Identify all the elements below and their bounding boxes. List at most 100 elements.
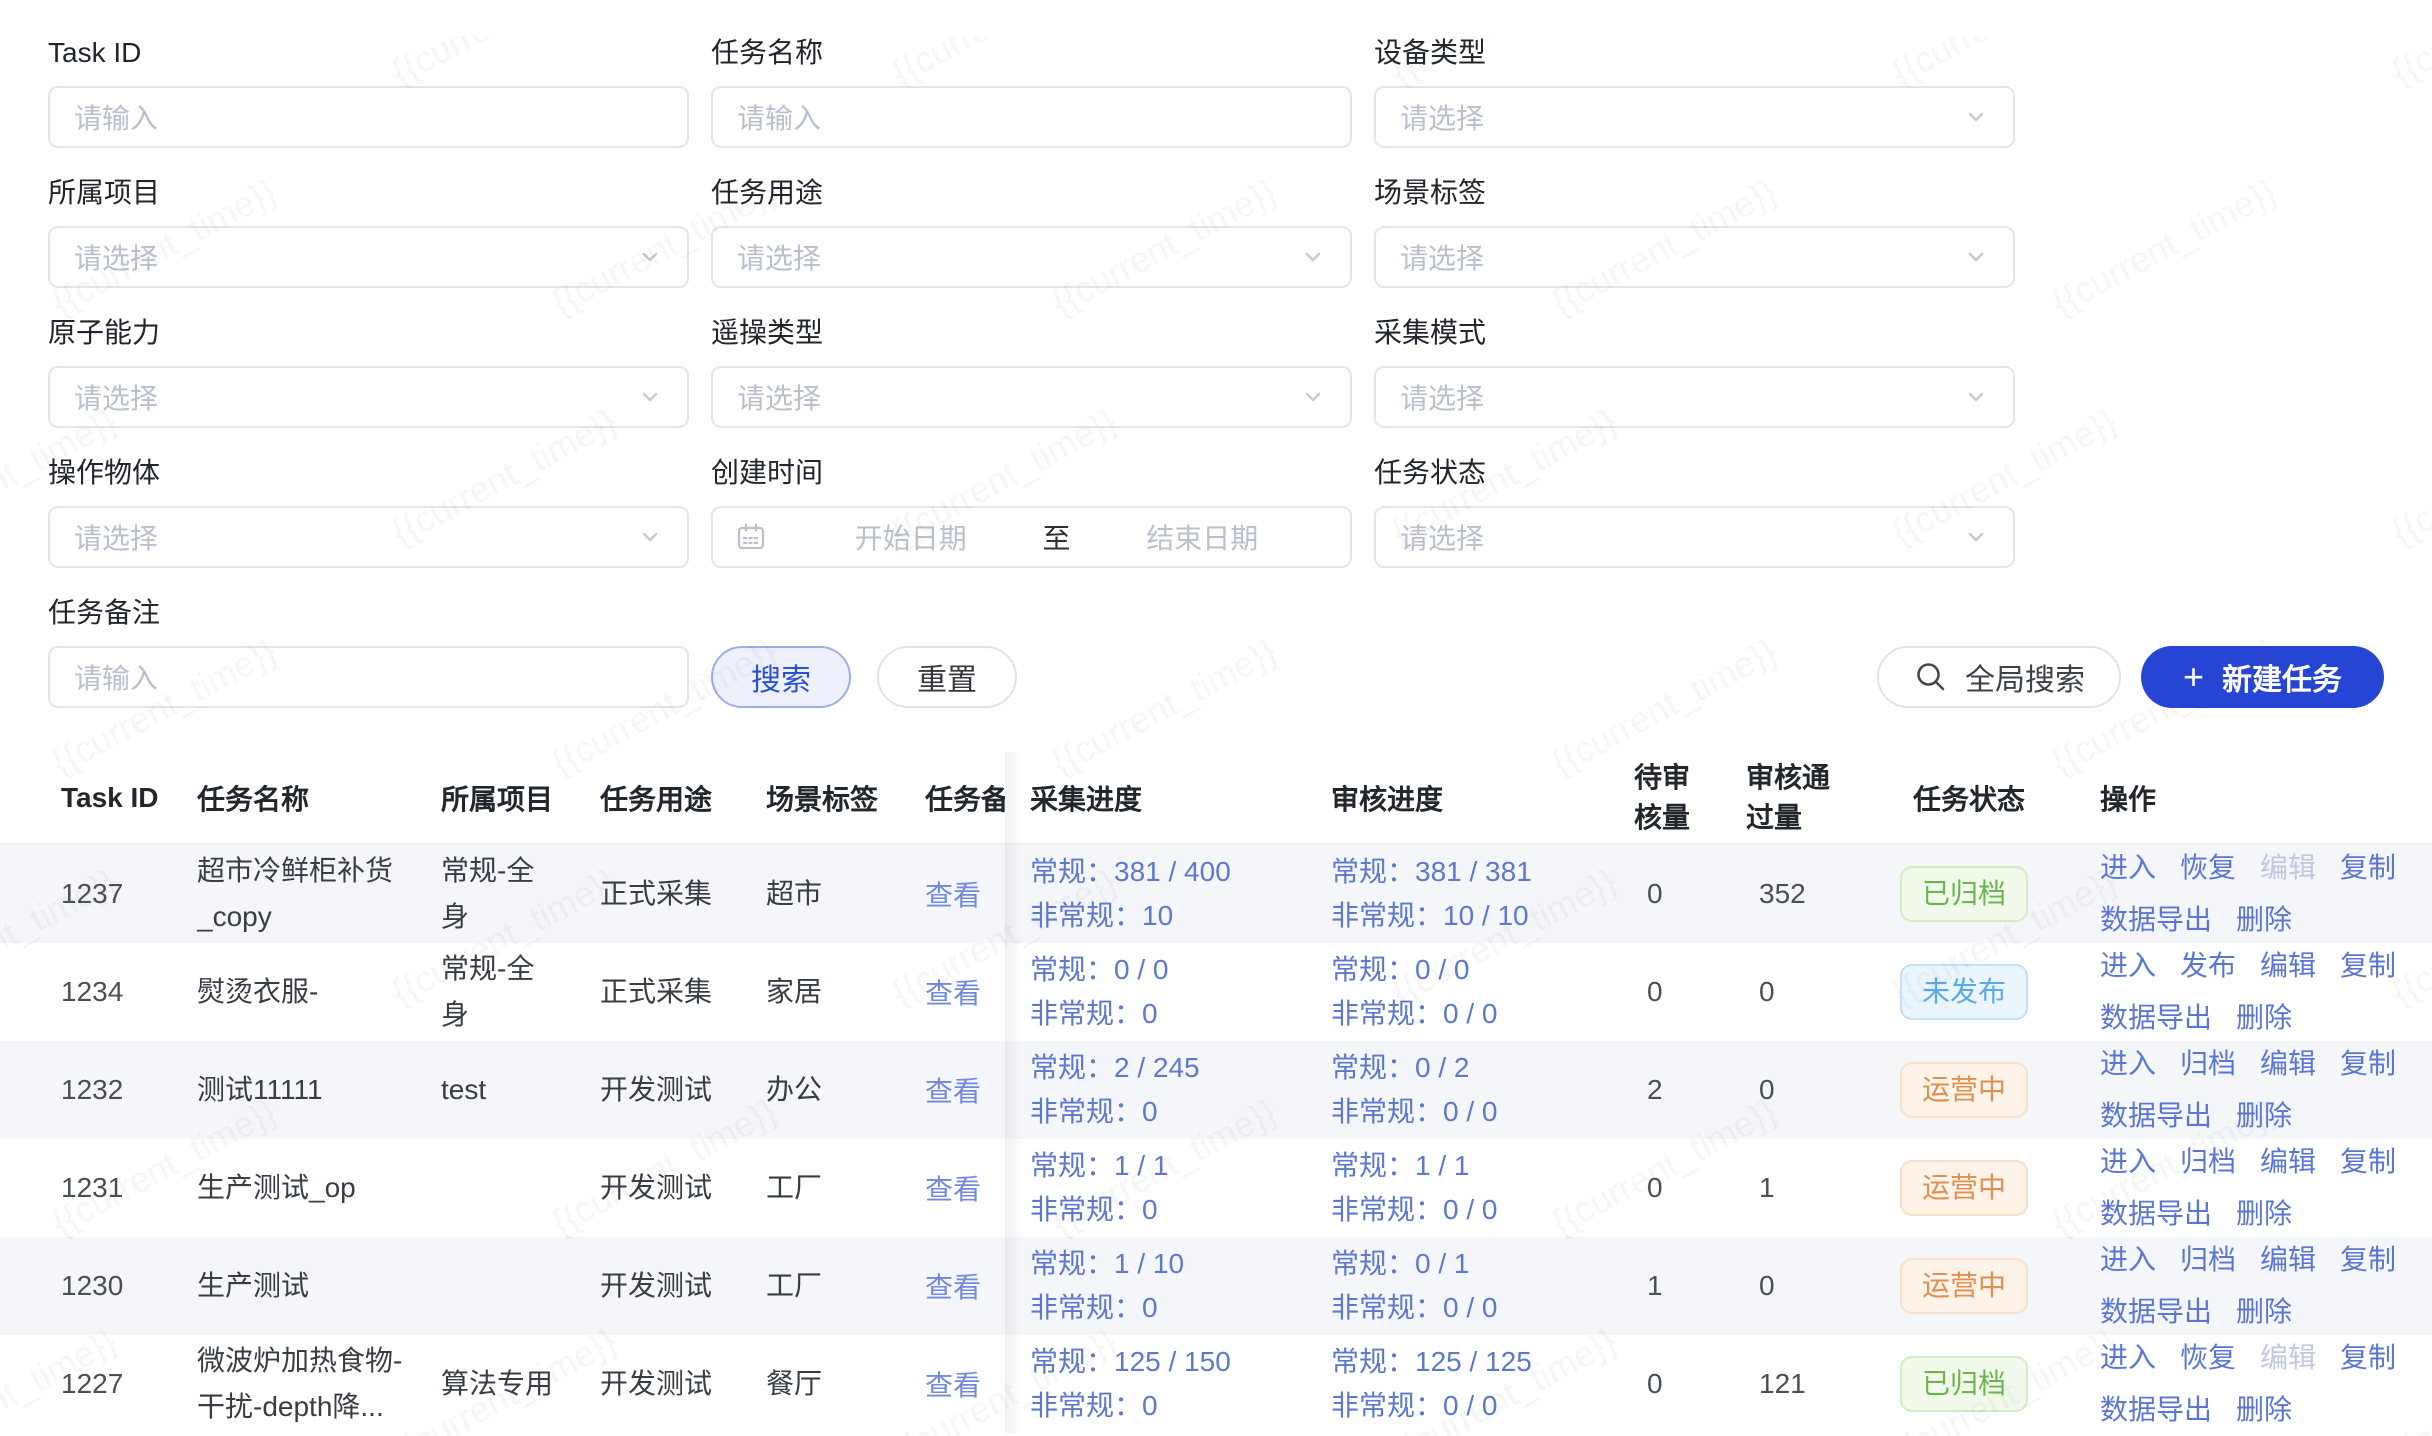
filter-field-label: 场景标签 [1374,176,2015,210]
select-placeholder: 请选择 [1400,97,1484,137]
action-link[interactable]: 复制 [2340,847,2396,889]
action-link[interactable]: 进入 [2100,945,2156,987]
col-purpose: 任务用途 [600,752,766,843]
task-id-cell: 1232 [61,1067,123,1113]
filter-field: 创建时间 开始日期至结束日期 [711,456,1352,568]
filter-field-label: 原子能力 [48,316,689,350]
filter-field-label: Task ID [48,36,689,70]
status-badge: 运营中 [1900,1062,2028,1118]
task-name-cell: 熨烫衣服- [197,969,318,1015]
col-scene: 场景标签 [766,752,925,843]
action-link[interactable]: 删除 [2236,997,2292,1039]
view-remark-link[interactable]: 查看 [925,1070,981,1110]
action-link[interactable]: 删除 [2236,1291,2292,1333]
filter-select[interactable]: 请选择 [1374,506,2015,568]
filter-select[interactable]: 请选择 [711,226,1352,288]
status-badge: 运营中 [1900,1258,2028,1314]
action-link: 编辑 [2260,1337,2316,1379]
action-link[interactable]: 删除 [2236,1193,2292,1235]
col-project: 所属项目 [441,752,600,843]
status-badge: 运营中 [1900,1160,2028,1216]
task-id-cell: 1237 [61,871,123,917]
filter-select[interactable]: 请选择 [1374,86,2015,148]
action-link[interactable]: 复制 [2340,1337,2396,1379]
filter-select[interactable]: 请选择 [48,366,689,428]
view-remark-link[interactable]: 查看 [925,1266,981,1306]
chevron-down-icon [1300,244,1326,270]
view-remark-link[interactable]: 查看 [925,972,981,1012]
action-link[interactable]: 数据导出 [2100,1389,2212,1431]
filter-field: 任务用途 请选择 [711,176,1352,288]
action-link[interactable]: 进入 [2100,1337,2156,1379]
filter-select[interactable]: 请选择 [711,366,1352,428]
action-link[interactable]: 数据导出 [2100,1193,2212,1235]
action-link[interactable]: 恢复 [2180,1337,2236,1379]
purpose-cell: 正式采集 [600,969,712,1015]
search-button[interactable]: 搜索 [711,646,851,708]
plus-icon: + [2183,659,2204,695]
action-link[interactable]: 恢复 [2180,847,2236,889]
input-placeholder: 请输入 [74,97,158,137]
review-progress-cell: 常规：0 / 2非常规：0 / 0 [1331,1046,1497,1134]
action-link[interactable]: 编辑 [2260,1043,2316,1085]
chevron-down-icon [1963,524,1989,550]
view-remark-link[interactable]: 查看 [925,1364,981,1404]
view-remark-link[interactable]: 查看 [925,1168,981,1208]
filter-panel: Task ID 请输入 任务名称 请输入 设备类型 请选择 所属项目 请选择 任… [0,36,2432,708]
action-link[interactable]: 数据导出 [2100,997,2212,1039]
action-link[interactable]: 进入 [2100,1043,2156,1085]
filter-text-input[interactable]: 请输入 [48,646,689,708]
action-link[interactable]: 删除 [2236,1389,2292,1431]
filter-field: 场景标签 请选择 [1374,176,2015,288]
action-link[interactable]: 归档 [2180,1239,2236,1281]
pending-count-cell: 0 [1647,1172,1663,1204]
action-link[interactable]: 进入 [2100,1141,2156,1183]
filter-text-input[interactable]: 请输入 [48,86,689,148]
pending-count-cell: 0 [1647,1368,1663,1400]
status-badge: 未发布 [1900,964,2028,1020]
col-status: 任务状态 [1900,752,2100,843]
chevron-down-icon [637,244,663,270]
date-range-picker[interactable]: 开始日期至结束日期 [711,506,1352,568]
action-link[interactable]: 发布 [2180,945,2236,987]
task-id-cell: 1230 [61,1263,123,1309]
action-link[interactable]: 编辑 [2260,945,2316,987]
action-link[interactable]: 进入 [2100,1239,2156,1281]
scene-cell: 家居 [766,969,822,1015]
filter-select[interactable]: 请选择 [48,506,689,568]
action-link[interactable]: 编辑 [2260,1239,2316,1281]
filter-field-label: 遥操类型 [711,316,1352,350]
row-actions: 进入恢复编辑复制数据导出删除 [2100,1337,2416,1431]
action-link[interactable]: 归档 [2180,1141,2236,1183]
action-link[interactable]: 归档 [2180,1043,2236,1085]
filter-select[interactable]: 请选择 [48,226,689,288]
reset-button[interactable]: 重置 [877,646,1017,708]
pending-count-cell: 1 [1647,1270,1663,1302]
task-name-cell: 超市冷鲜柜补货_copy [197,848,425,940]
action-link[interactable]: 复制 [2340,1043,2396,1085]
input-placeholder: 请输入 [737,97,821,137]
action-link[interactable]: 数据导出 [2100,1291,2212,1333]
view-remark-link[interactable]: 查看 [925,874,981,914]
filter-select[interactable]: 请选择 [1374,226,2015,288]
action-link[interactable]: 复制 [2340,945,2396,987]
start-date-input[interactable]: 开始日期 [785,517,1037,557]
filter-select[interactable]: 请选择 [1374,366,2015,428]
task-name-cell: 生产测试_op [197,1165,356,1211]
action-link[interactable]: 复制 [2340,1239,2396,1281]
action-link[interactable]: 进入 [2100,847,2156,889]
approved-count-cell: 121 [1759,1368,1806,1400]
collect-progress-cell: 常规：381 / 400非常规：10 [1030,850,1231,938]
global-search-button[interactable]: 全局搜索 [1877,646,2121,708]
action-link[interactable]: 数据导出 [2100,1095,2212,1137]
approved-count-cell: 0 [1759,1074,1775,1106]
end-date-input[interactable]: 结束日期 [1077,517,1329,557]
action-link[interactable]: 数据导出 [2100,899,2212,941]
task-id-cell: 1231 [61,1165,123,1211]
filter-text-input[interactable]: 请输入 [711,86,1352,148]
action-link[interactable]: 编辑 [2260,1141,2316,1183]
action-link[interactable]: 复制 [2340,1141,2396,1183]
action-link[interactable]: 删除 [2236,1095,2292,1137]
new-task-button[interactable]: + 新建任务 [2141,646,2384,708]
action-link[interactable]: 删除 [2236,899,2292,941]
